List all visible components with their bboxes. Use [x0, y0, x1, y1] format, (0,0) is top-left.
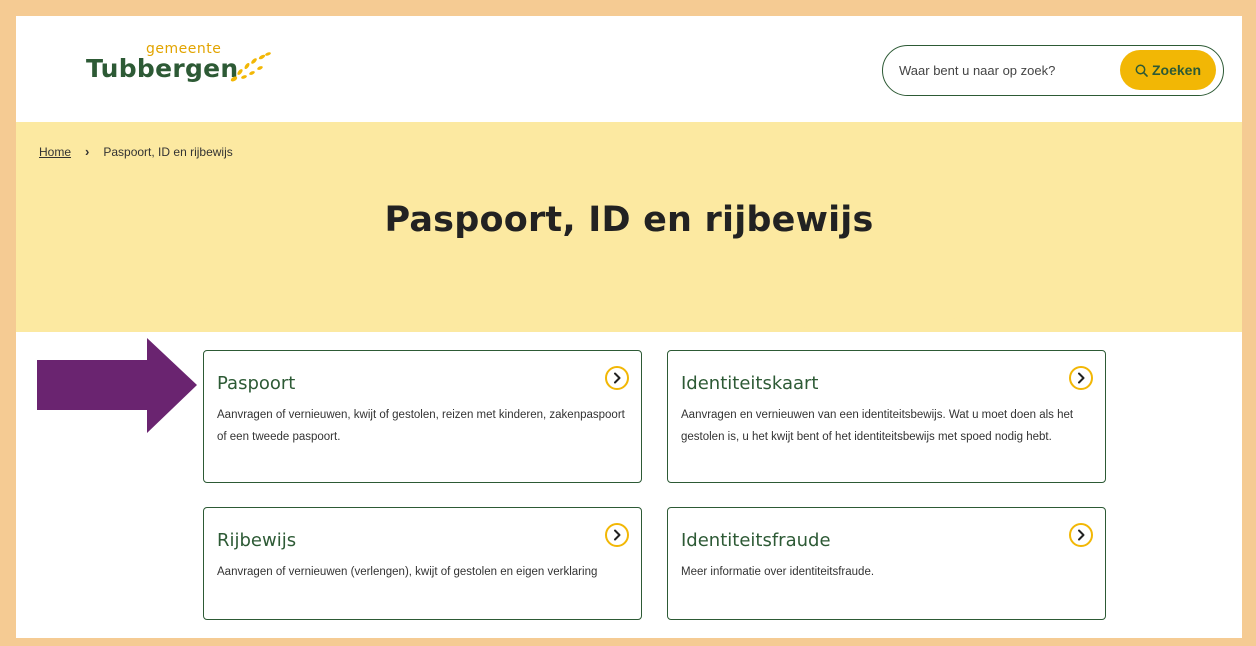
search-button[interactable]: Zoeken: [1120, 50, 1216, 90]
page-frame: gemeente Tubbergen Waar bent u naar op z…: [16, 16, 1242, 638]
hero-curve: [16, 284, 1242, 332]
site-header: gemeente Tubbergen Waar bent u naar op z…: [16, 16, 1242, 122]
card-identiteitskaart[interactable]: Identiteitskaart Aanvragen en vernieuwen…: [667, 350, 1106, 483]
chevron-right-icon: [605, 523, 629, 547]
search-button-label: Zoeken: [1151, 62, 1201, 78]
card-rijbewijs[interactable]: Rijbewijs Aanvragen of vernieuwen (verle…: [203, 507, 642, 620]
wheat-icon: [230, 52, 271, 82]
chevron-right-icon: [1069, 523, 1093, 547]
card-title: Identiteitsfraude: [681, 530, 831, 551]
breadcrumb-current: Paspoort, ID en rijbewijs: [103, 144, 233, 159]
breadcrumb-separator-icon: ›: [85, 144, 90, 159]
chevron-right-icon: [1069, 366, 1093, 390]
card-description: Aanvragen en vernieuwen van een identite…: [681, 409, 1074, 443]
card-title: Rijbewijs: [217, 530, 297, 551]
page-title: Paspoort, ID en rijbewijs: [384, 200, 874, 240]
search-input[interactable]: [899, 60, 1109, 80]
card-title: Paspoort: [217, 373, 296, 394]
search-icon: [1135, 64, 1148, 77]
logo-title: Tubbergen: [86, 54, 239, 83]
card-title: Identiteitskaart: [681, 373, 819, 394]
card-paspoort[interactable]: Paspoort Aanvragen of vernieuwen, kwijt …: [203, 350, 642, 483]
search-bar: Zoeken: [882, 45, 1224, 96]
card-identiteitsfraude[interactable]: Identiteitsfraude Meer informatie over i…: [667, 507, 1106, 620]
card-description: Aanvragen of vernieuwen (verlengen), kwi…: [217, 566, 598, 578]
card-description: Aanvragen of vernieuwen, kwijt of gestol…: [217, 409, 625, 443]
annotation-arrow-icon: [37, 338, 197, 433]
breadcrumb: Home › Paspoort, ID en rijbewijs: [39, 144, 233, 159]
chevron-right-icon: [605, 366, 629, 390]
breadcrumb-home-link[interactable]: Home: [39, 145, 71, 159]
card-description: Meer informatie over identiteitsfraude.: [681, 566, 875, 578]
site-logo[interactable]: gemeente Tubbergen: [86, 41, 306, 101]
